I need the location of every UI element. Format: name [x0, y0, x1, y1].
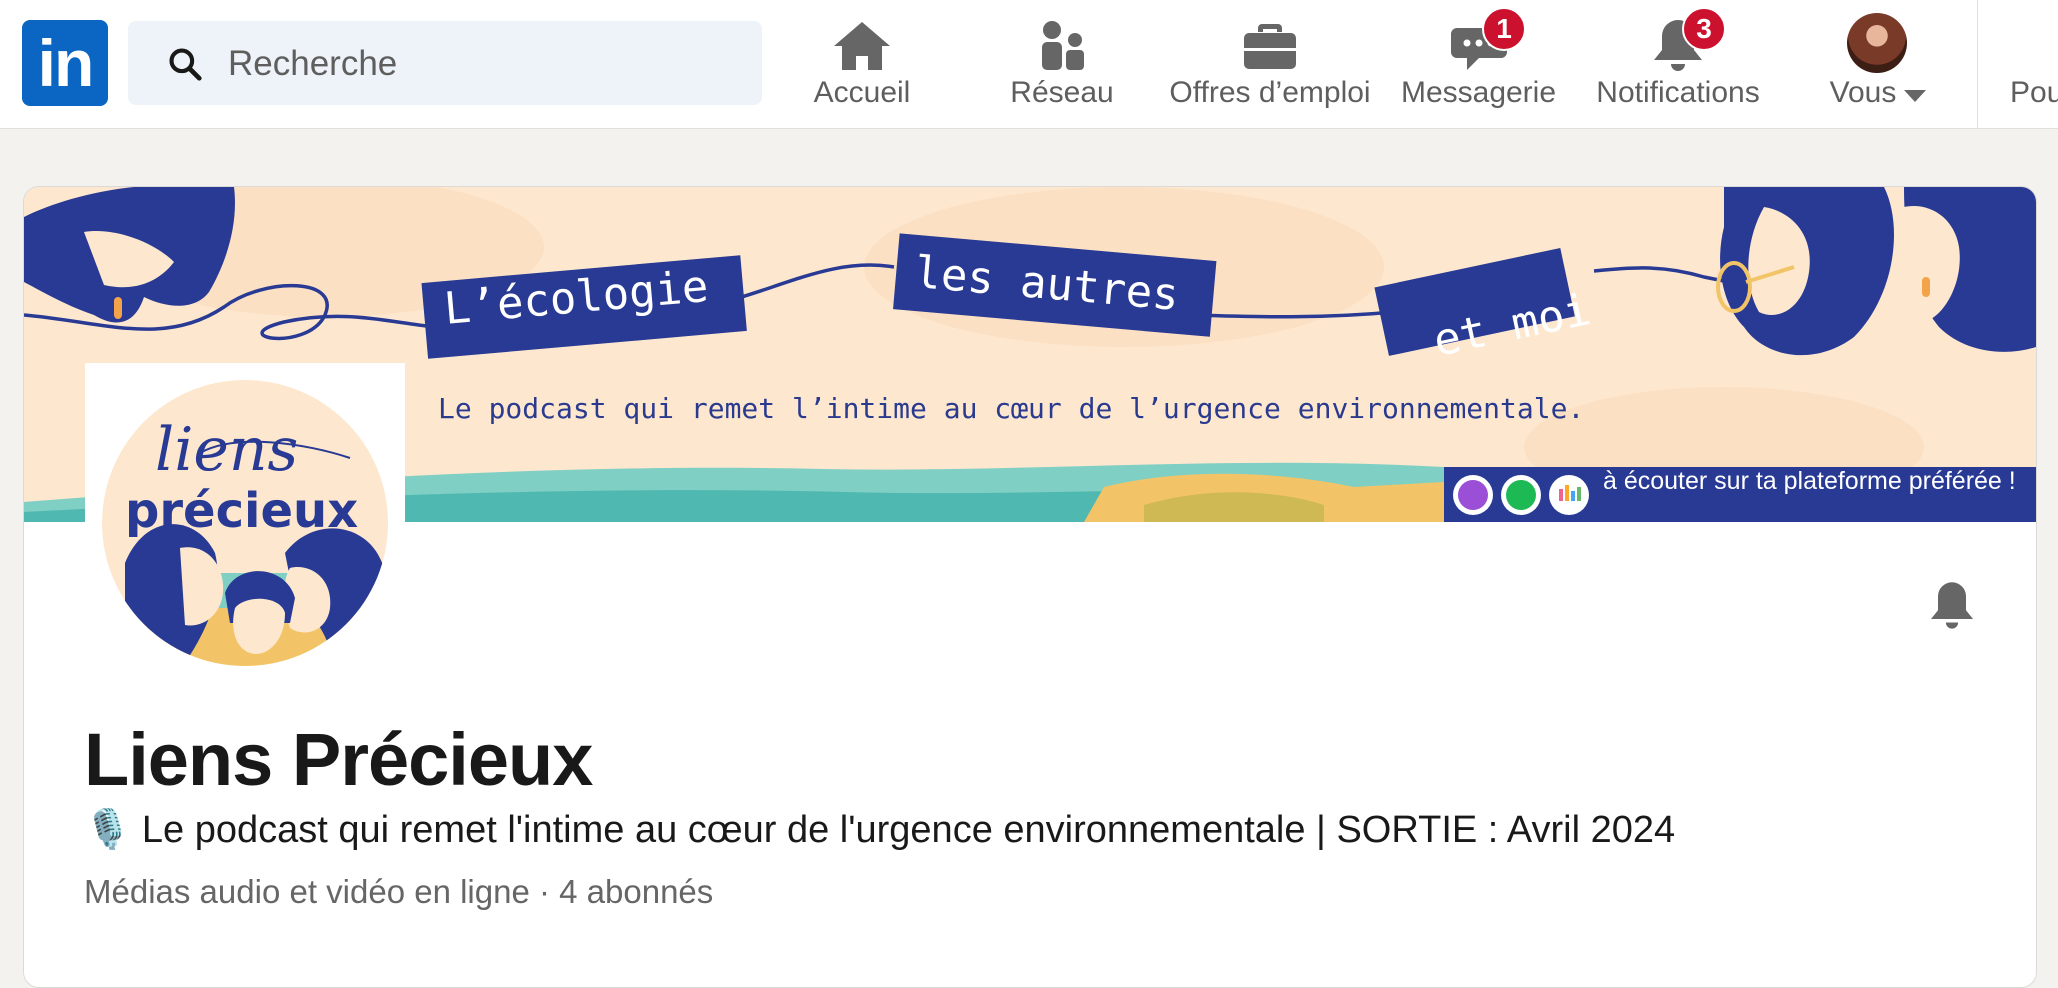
linkedin-logo[interactable]: in [22, 20, 108, 106]
banner-cta: à écouter sur ta plateforme préférée ! [1603, 467, 2016, 495]
logo-text-liens: liens [155, 415, 299, 485]
nav-item-network[interactable]: Réseau [992, 0, 1132, 128]
nav-label-notifications: Notifications [1596, 76, 1760, 109]
network-icon [1042, 21, 1084, 70]
chevron-down-icon [1904, 90, 1926, 102]
search-icon [169, 48, 202, 81]
nav-item-notifications[interactable]: 3 Notifications [1585, 0, 1771, 128]
page-tagline: 🎙️ Le podcast qui remet l'intime au cœur… [84, 808, 1675, 852]
tagline-text: Le podcast qui remet l'intime au cœur de… [141, 809, 1676, 851]
page-title: Liens Précieux [84, 718, 593, 801]
nav-label-network: Réseau [1010, 76, 1114, 109]
nav-item-me[interactable]: Vous [1812, 0, 1942, 128]
home-icon [834, 22, 890, 70]
logo-text-precieux: précieux [125, 483, 359, 539]
banner-subtitle: Le podcast qui remet l’intime au cœur de… [438, 392, 1585, 425]
company-card: L’écologie les autres et moi Le podcast … [23, 186, 2037, 988]
nav-item-jobs[interactable]: Offres d’emploi [1160, 0, 1380, 128]
nav-label-home: Accueil [813, 76, 911, 109]
search-box[interactable] [128, 21, 762, 107]
nav-more-for-business[interactable]: Pou [2010, 76, 2058, 110]
nav-divider [1977, 0, 1978, 128]
page-meta: Médias audio et vidéo en ligne · 4 abonn… [84, 873, 714, 910]
nav-item-messaging[interactable]: 1 Messagerie [1396, 0, 1561, 128]
messaging-badge: 1 [1482, 7, 1526, 51]
microphone-icon: 🎙️ [84, 809, 132, 851]
notifications-badge: 3 [1682, 7, 1726, 51]
notification-bell-icon[interactable] [1924, 577, 1980, 633]
nav-label-jobs: Offres d’emploi [1169, 76, 1371, 109]
avatar[interactable] [1847, 13, 1907, 73]
search-input[interactable] [226, 21, 730, 107]
nav-item-home[interactable]: Accueil [792, 0, 932, 128]
nav-label-messaging: Messagerie [1400, 76, 1557, 109]
briefcase-icon [1244, 24, 1296, 69]
company-logo[interactable]: liens précieux [85, 363, 405, 683]
top-nav: in Accueil Réseau Offres d’emploi [0, 0, 2058, 129]
